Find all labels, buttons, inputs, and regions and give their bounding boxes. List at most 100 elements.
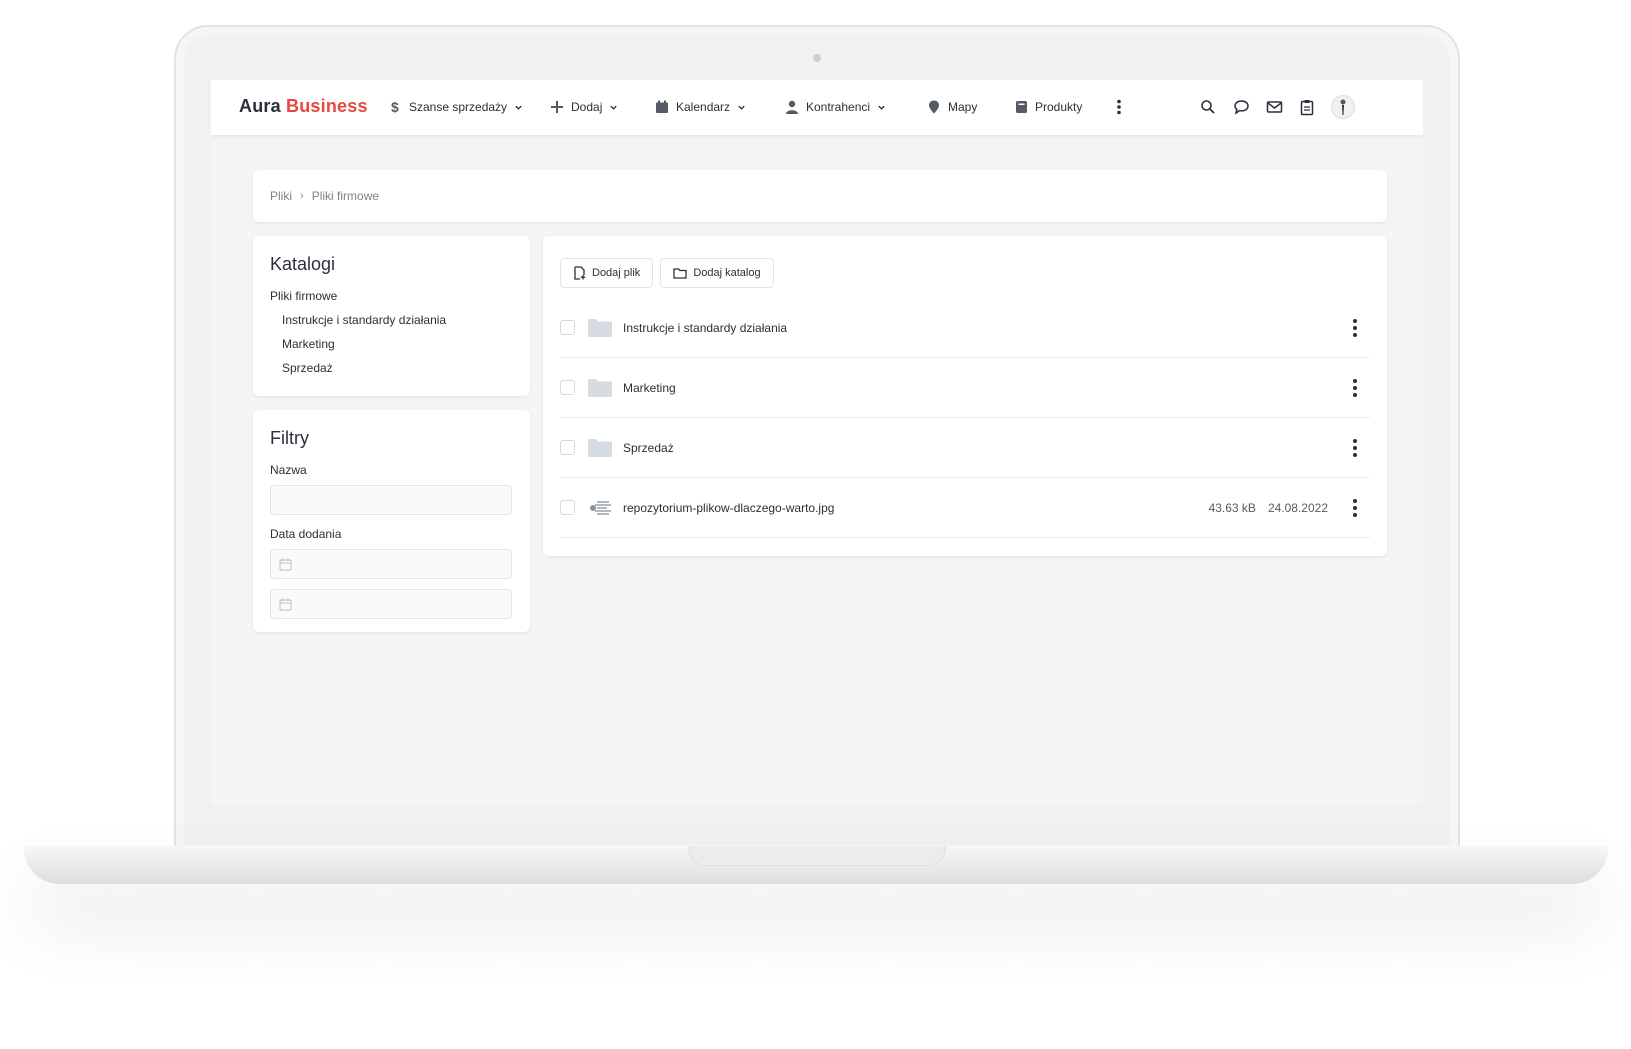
more-vertical-icon [1112,99,1126,115]
chevron-down-icon [610,105,618,110]
catalogs-title: Katalogi [270,254,336,274]
header-actions [1199,95,1355,119]
dot [1353,326,1357,330]
catalog-tree-item[interactable]: Marketing [282,337,513,351]
date-filter-label: Data dodania [270,527,342,541]
dot [1353,379,1357,383]
row-menu-button[interactable] [1352,319,1358,337]
row-checkbox[interactable] [560,320,575,335]
app-screen: Aura Business $ Szanse sprzedaży Dodaj K… [211,80,1423,804]
nav-item-label: Szanse sprzedaży [409,100,508,114]
date-to-input[interactable] [270,589,512,619]
row-menu-button[interactable] [1352,379,1358,397]
folder-icon [587,318,613,338]
nav-item-calendar[interactable]: Kalendarz [655,97,746,117]
date-from-input[interactable] [270,549,512,579]
file-row[interactable]: Instrukcje i standardy działania [560,298,1370,358]
dot [1353,506,1357,510]
catalog-tree-item[interactable]: Sprzedaż [282,361,513,375]
add-folder-button[interactable]: Dodaj katalog [660,258,774,288]
dot [1353,453,1357,457]
row-menu-button[interactable] [1352,439,1358,457]
search-icon[interactable] [1199,98,1217,116]
dot [1353,513,1357,517]
more-menu-button[interactable] [1112,97,1126,117]
name-filter-input[interactable] [270,485,512,515]
file-name[interactable]: repozytorium-plikow-dlaczego-warto.jpg [623,501,834,515]
dot [1353,393,1357,397]
files-panel: Dodaj plik Dodaj katalog Instrukcje i st… [543,236,1387,556]
file-size: 43.63 kB [1208,500,1256,515]
filters-title: Filtry [270,428,309,448]
file-date: 24.08.2022 [1267,500,1328,515]
nav-item-label: Kontrahenci [806,100,871,114]
add-folder-label: Dodaj katalog [693,267,761,279]
book-icon [1014,100,1028,114]
catalogs-panel: Katalogi Pliki firmowe Instrukcje i stan… [253,236,530,396]
laptop-notch [688,846,946,866]
map-pin-icon [927,100,941,114]
person-icon [785,100,799,114]
brand-logo-part1: Aura [239,96,281,116]
chevron-down-icon [738,105,745,110]
brand-logo-part2: Business [286,96,368,116]
calendar-icon [655,100,669,114]
dot [1353,439,1357,443]
catalog-tree-root[interactable]: Pliki firmowe [270,289,513,303]
breadcrumb-item-files[interactable]: Pliki [270,189,292,203]
nav-item-label: Dodaj [571,100,603,114]
dot [1353,386,1357,390]
dot [1353,319,1357,323]
chevron-down-icon [515,105,522,110]
dollar-icon: $ [388,100,402,114]
row-checkbox[interactable] [560,500,575,515]
filters-panel: Filtry Nazwa Data dodania [253,410,530,632]
breadcrumb-item-current: Pliki firmowe [311,189,380,203]
files-toolbar: Dodaj plik Dodaj katalog [560,258,1370,288]
nav-item-label: Mapy [948,100,978,114]
breadcrumb-separator: › [300,190,304,202]
dot [1353,333,1357,337]
nav-item-label: Produkty [1035,100,1083,114]
folder-outline-icon [673,268,687,279]
nav-item-contractors[interactable]: Kontrahenci [785,97,886,117]
file-meta: 43.63 kB 24.08.2022 [1209,501,1328,515]
svg-text:$: $ [391,100,399,114]
mail-icon[interactable] [1265,98,1283,116]
name-filter-label: Nazwa [270,463,307,477]
nav-item-opportunities[interactable]: $ Szanse sprzedaży [388,97,523,117]
avatar[interactable] [1331,95,1355,119]
nav-item-add[interactable]: Dodaj [550,97,618,117]
chevron-down-icon [878,105,885,110]
catalog-tree-item[interactable]: Instrukcje i standardy działania [282,313,513,327]
file-name[interactable]: Marketing [623,381,676,395]
add-file-button[interactable]: Dodaj plik [560,258,654,288]
plus-icon [550,100,564,114]
dot [1353,446,1357,450]
chat-icon[interactable] [1232,98,1250,116]
laptop-camera [813,54,821,62]
file-name[interactable]: Instrukcje i standardy działania [623,321,787,335]
folder-icon [587,438,613,458]
row-checkbox[interactable] [560,380,575,395]
add-file-label: Dodaj plik [592,267,641,279]
row-menu-button[interactable] [1352,499,1358,517]
file-list: Instrukcje i standardy działania Marketi… [560,298,1370,538]
file-name[interactable]: Sprzedaż [623,441,674,455]
file-row[interactable]: Marketing [560,358,1370,418]
folder-icon [587,378,613,398]
top-navigation-bar: Aura Business $ Szanse sprzedaży Dodaj K… [211,80,1423,135]
file-row[interactable]: Sprzedaż [560,418,1370,478]
nav-item-label: Kalendarz [676,100,731,114]
brand-logo[interactable]: Aura Business [239,96,368,117]
row-checkbox[interactable] [560,440,575,455]
add-file-icon [574,266,586,280]
calendar-icon [279,598,292,610]
file-row[interactable]: repozytorium-plikow-dlaczego-warto.jpg 4… [560,478,1370,538]
calendar-icon [279,558,292,570]
dot [1353,499,1357,503]
breadcrumb: Pliki › Pliki firmowe [253,170,1387,222]
nav-item-products[interactable]: Produkty [1014,97,1082,117]
nav-item-maps[interactable]: Mapy [927,97,977,117]
clipboard-icon[interactable] [1298,98,1316,116]
